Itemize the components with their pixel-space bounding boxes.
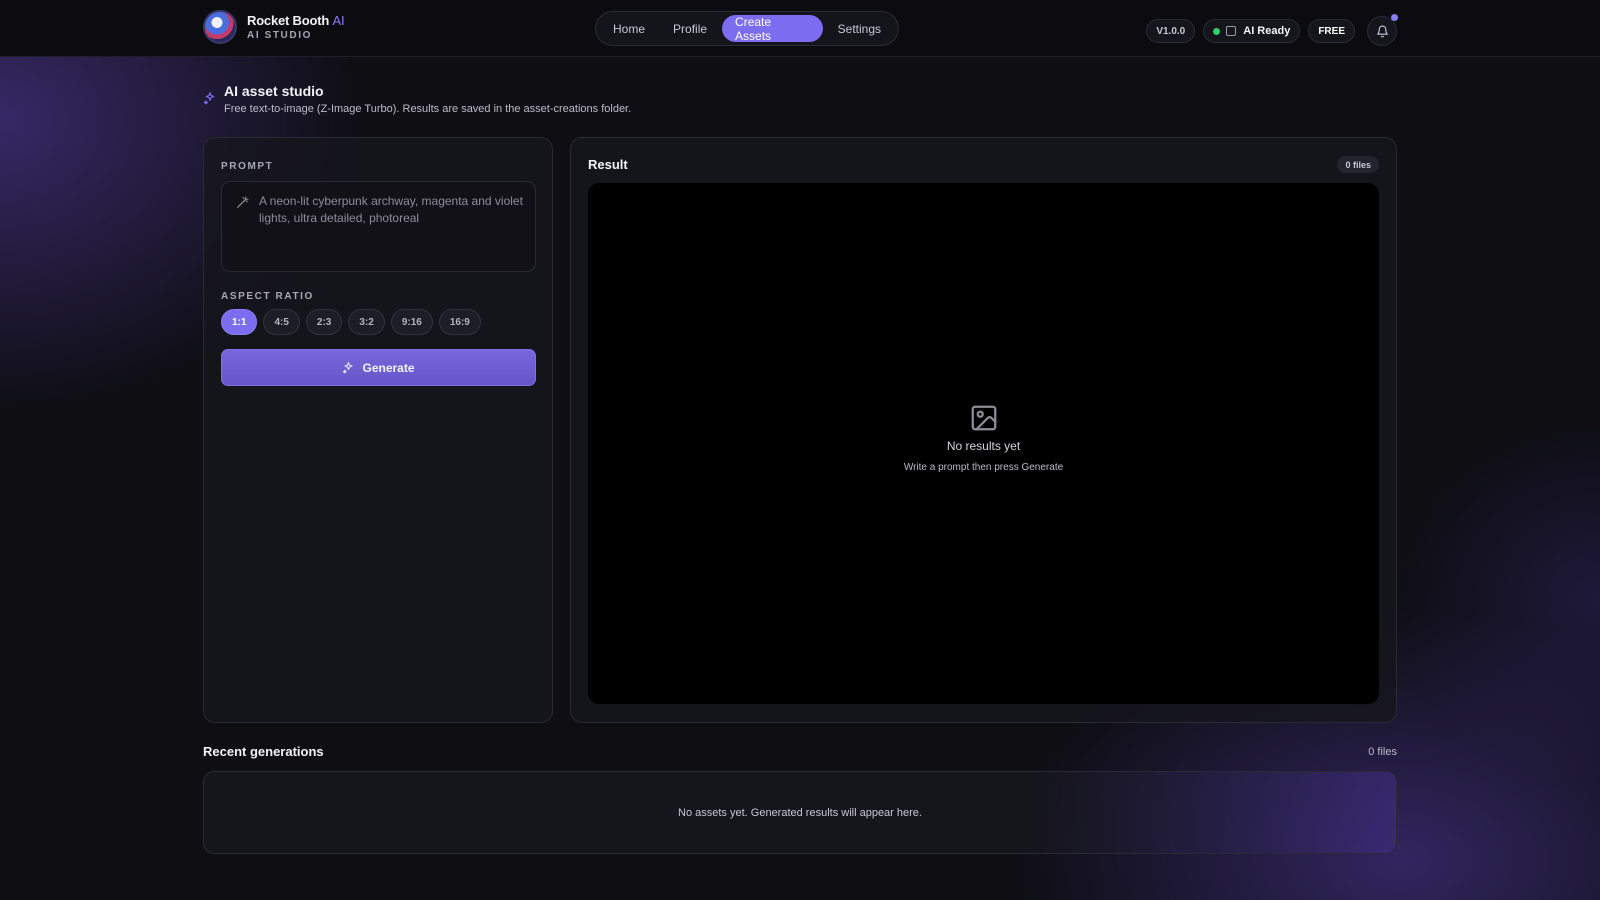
magic-wand-icon bbox=[237, 196, 249, 208]
brand[interactable]: Rocket Booth AI AI STUDIO bbox=[203, 10, 345, 44]
top-bar: Rocket Booth AI AI STUDIO Home Profile C… bbox=[0, 0, 1600, 57]
cpu-chip-icon bbox=[1226, 26, 1237, 36]
ratio-option-4-5[interactable]: 4:5 bbox=[263, 309, 300, 335]
generate-button[interactable]: Generate bbox=[221, 349, 536, 386]
sparkles-icon bbox=[343, 362, 354, 374]
generate-label: Generate bbox=[362, 360, 415, 375]
brand-subtitle: AI STUDIO bbox=[247, 30, 312, 41]
prompt-input[interactable]: A neon-lit cyberpunk archway, magenta an… bbox=[221, 181, 536, 272]
empty-state: No results yet Write a prompt then press… bbox=[588, 403, 1379, 473]
brand-name: Rocket Booth bbox=[247, 13, 330, 28]
aspect-ratio-label: ASPECT RATIO bbox=[221, 291, 314, 302]
result-title: Result bbox=[588, 157, 628, 172]
nav-home[interactable]: Home bbox=[600, 15, 658, 42]
notifications-button[interactable] bbox=[1367, 14, 1398, 46]
empty-title: No results yet bbox=[946, 439, 1021, 453]
ratio-option-1-1[interactable]: 1:1 bbox=[221, 309, 258, 335]
aspect-ratio-group: 1:1 4:5 2:3 3:2 9:16 16:9 bbox=[221, 309, 481, 335]
empty-subtitle: Write a prompt then press Generate bbox=[903, 462, 1064, 473]
status-dot-icon bbox=[1213, 27, 1221, 35]
plan-badge[interactable]: FREE bbox=[1308, 19, 1355, 43]
nav-profile[interactable]: Profile bbox=[660, 15, 720, 42]
image-placeholder-icon bbox=[971, 405, 996, 431]
recent-title: Recent generations bbox=[203, 744, 324, 759]
prompt-placeholder: A neon-lit cyberpunk archway, magenta an… bbox=[259, 194, 523, 225]
toolbar-right: V1.0.0 AI Ready FREE bbox=[1146, 14, 1398, 46]
version-badge: V1.0.0 bbox=[1146, 19, 1196, 43]
page-description: Free text-to-image (Z-Image Turbo). Resu… bbox=[224, 103, 632, 115]
page-title: AI asset studio bbox=[224, 83, 324, 99]
ai-status-badge[interactable]: AI Ready bbox=[1203, 19, 1301, 43]
brand-accent: AI bbox=[332, 13, 345, 28]
recent-count: 0 files bbox=[1368, 746, 1397, 758]
ai-status-label: AI Ready bbox=[1243, 25, 1291, 37]
brand-title: Rocket Booth AI bbox=[247, 13, 345, 28]
ratio-option-2-3[interactable]: 2:3 bbox=[305, 309, 343, 335]
recent-empty-text: No assets yet. Generated results will ap… bbox=[678, 806, 922, 819]
ratio-option-3-2[interactable]: 3:2 bbox=[348, 309, 385, 335]
notification-dot bbox=[1391, 14, 1398, 21]
page-header: AI asset studio Free text-to-image (Z-Im… bbox=[203, 83, 631, 115]
ratio-option-16-9[interactable]: 16:9 bbox=[438, 309, 481, 335]
prompt-label: PROMPT bbox=[221, 161, 274, 172]
bell-icon bbox=[1376, 25, 1388, 37]
sparkles-icon bbox=[203, 92, 215, 105]
result-canvas: No results yet Write a prompt then press… bbox=[588, 183, 1379, 704]
prompt-panel: PROMPT A neon-lit cyberpunk archway, mag… bbox=[203, 137, 553, 723]
nav-create-assets[interactable]: Create Assets bbox=[722, 15, 823, 43]
result-files-badge: 0 files bbox=[1337, 156, 1379, 173]
result-panel: Result 0 files No results yet Write a pr… bbox=[570, 137, 1397, 723]
app-logo bbox=[203, 10, 237, 44]
nav-settings[interactable]: Settings bbox=[825, 15, 894, 42]
main-nav: Home Profile Create Assets Settings bbox=[595, 11, 899, 46]
ratio-option-9-16[interactable]: 9:16 bbox=[390, 309, 433, 335]
recent-list: No assets yet. Generated results will ap… bbox=[203, 771, 1397, 854]
